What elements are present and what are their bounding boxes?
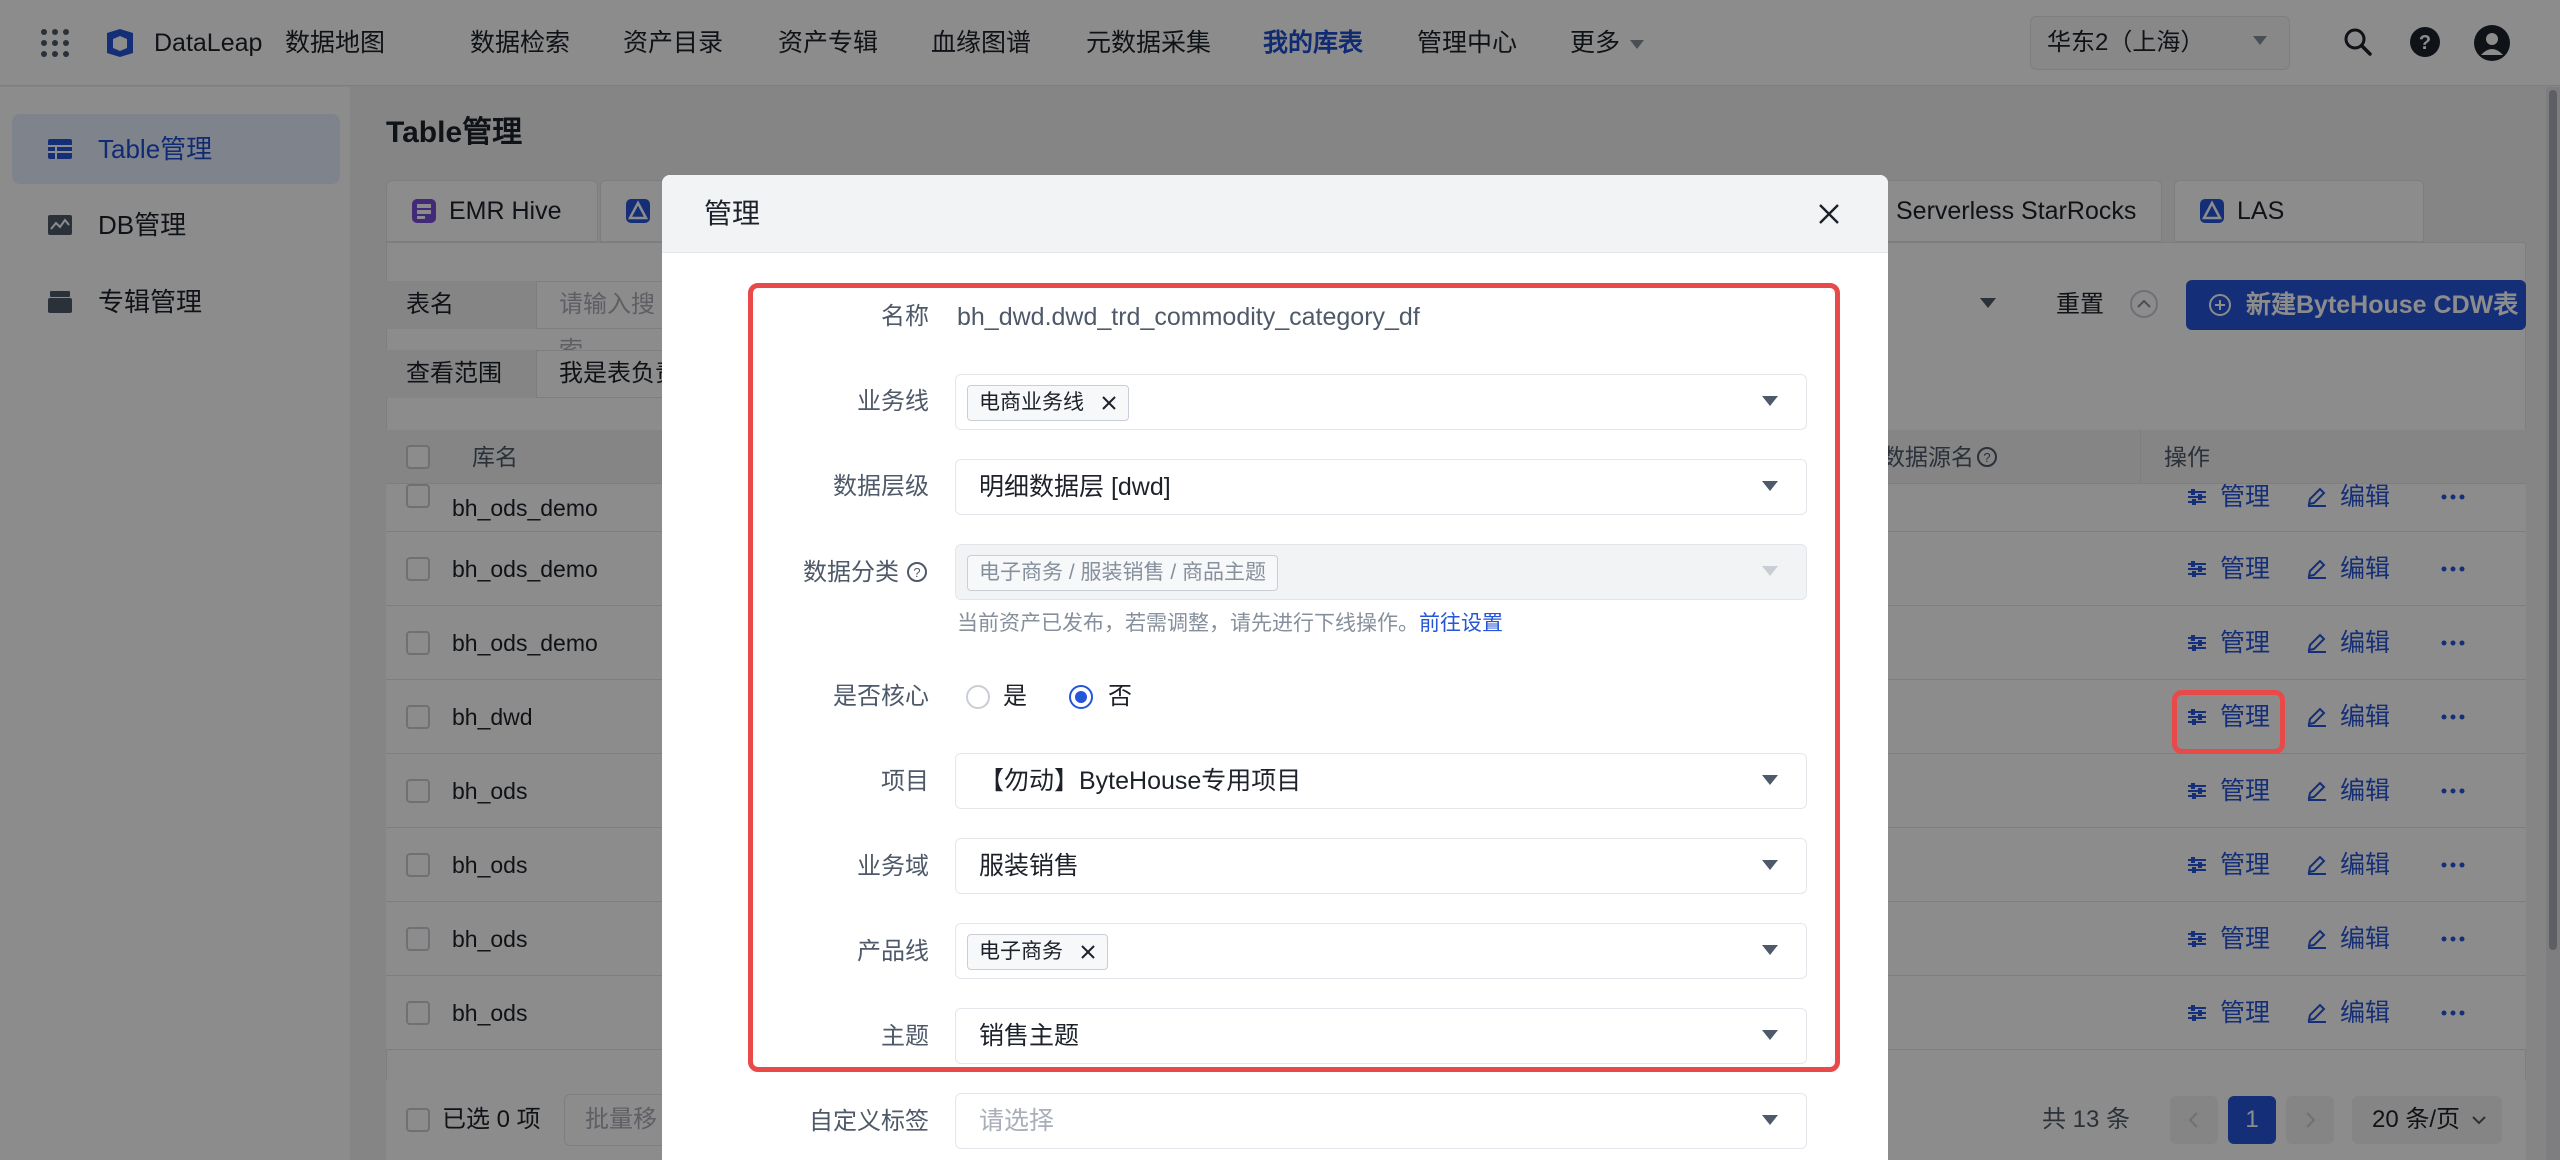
custom-tag-select[interactable]: 请选择 xyxy=(955,1093,1807,1149)
chevron-down-icon xyxy=(1762,1115,1778,1125)
custom-tag-placeholder: 请选择 xyxy=(979,1107,1055,1135)
highlight-manage-button xyxy=(2172,690,2285,754)
dialog-title: 管理 xyxy=(704,198,761,229)
dialog-header: 管理 xyxy=(662,175,1888,253)
custom-tag-label: 自定义标签 xyxy=(809,1108,929,1135)
close-icon[interactable] xyxy=(1818,203,1840,225)
highlight-form-fields xyxy=(748,283,1840,1072)
